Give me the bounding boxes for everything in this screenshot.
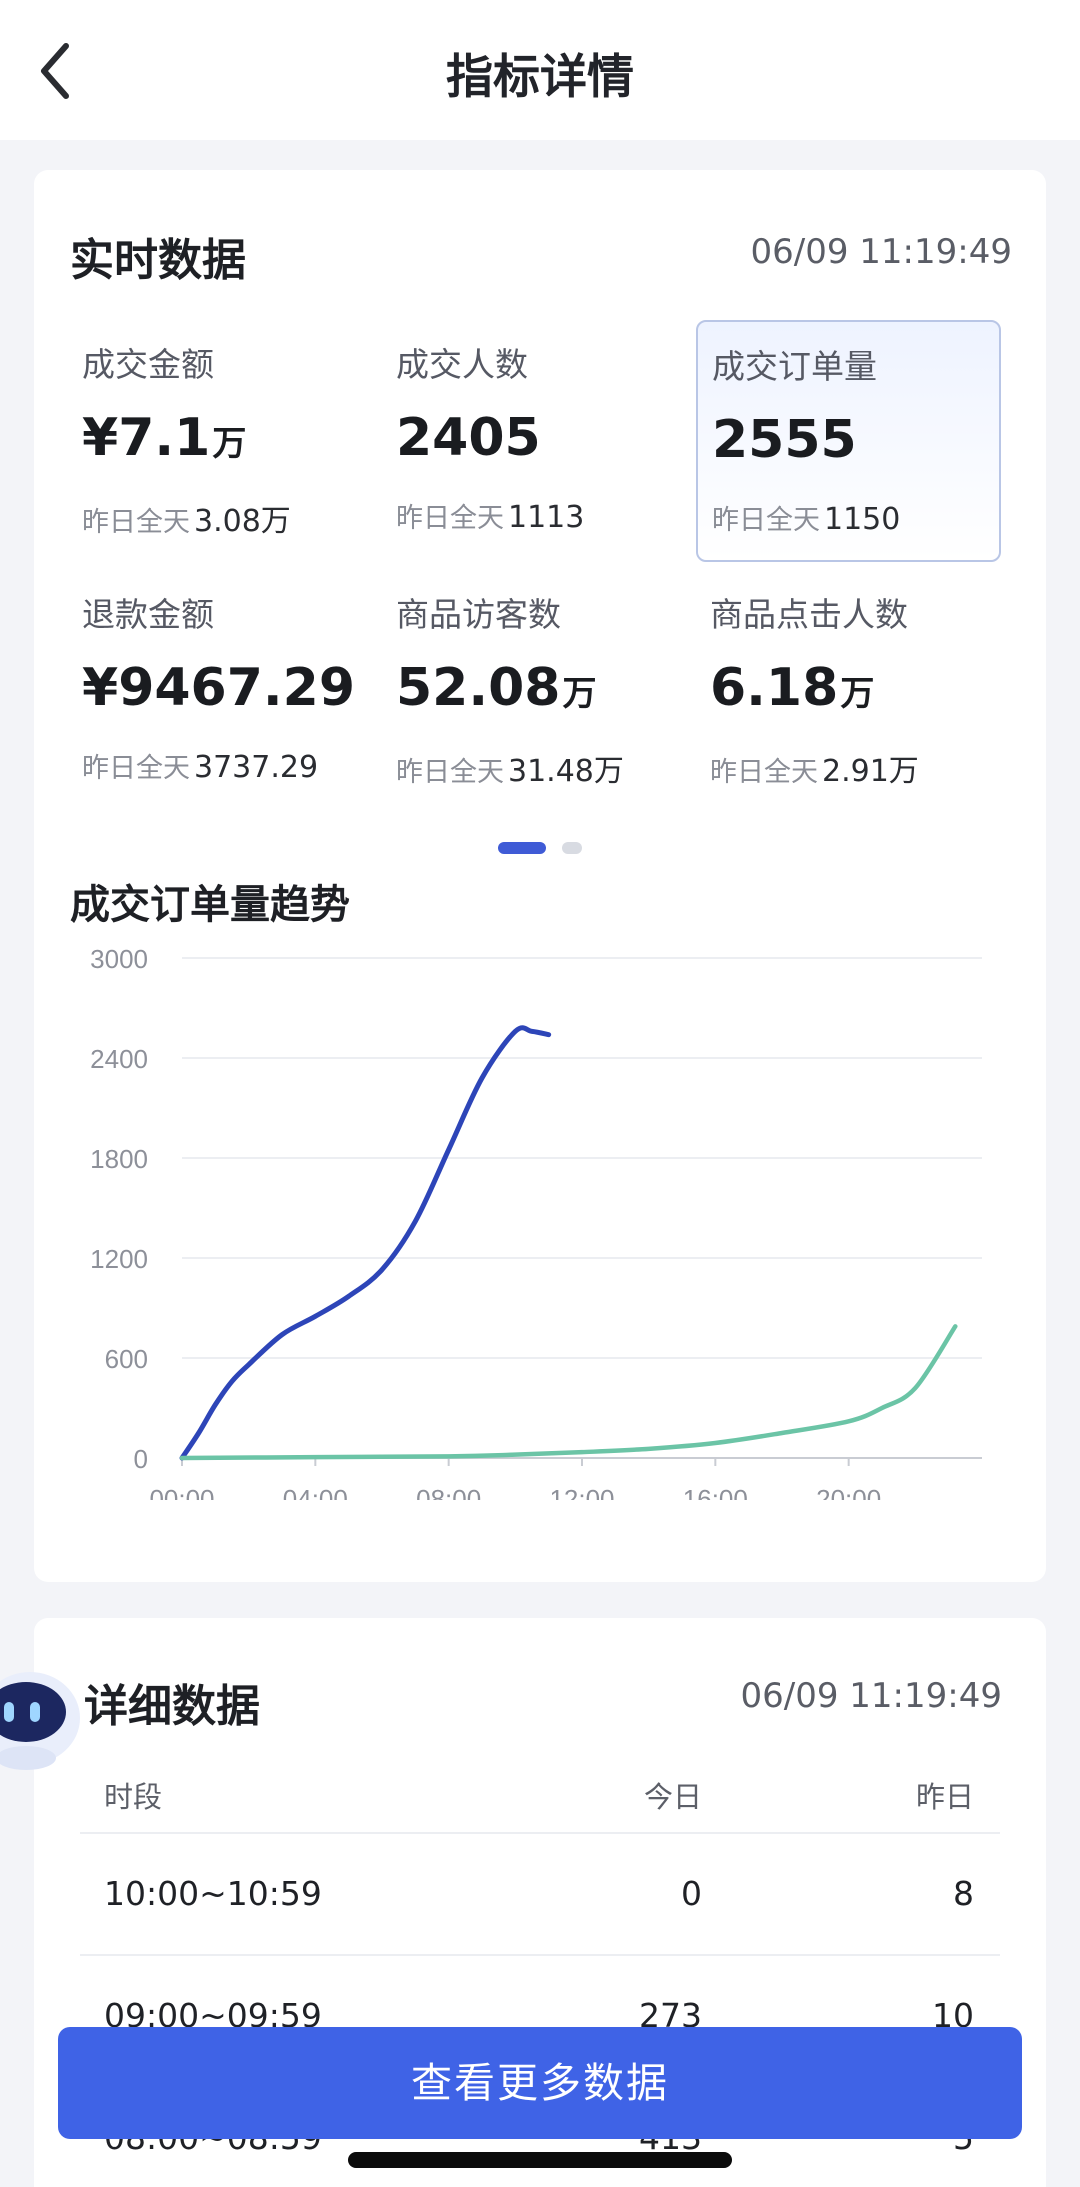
metric-value: ¥7.1万 [82,408,247,468]
table-divider [80,1832,1000,1834]
metric-label: 商品访客数 [396,595,561,634]
view-more-data-button[interactable]: 查看更多数据 [58,2027,1022,2139]
metric-orders[interactable]: 成交订单量 2555 昨日全天 1150 [696,320,1001,562]
metric-refund[interactable]: 退款金额 ¥9467.29 昨日全天 3737.29 [68,570,373,812]
chart-title: 成交订单量趋势 [70,882,350,928]
metric-buyers[interactable]: 成交人数 2405 昨日全天 1113 [382,320,687,562]
y-tick-label: 1200 [90,1244,148,1274]
metric-value: 2555 [712,410,857,470]
series-line-1 [179,1025,552,1461]
metric-label: 退款金额 [82,595,214,634]
metric-yesterday: 昨日全天 3.08万 [82,504,291,539]
pager-dot-inactive[interactable] [562,842,582,854]
metric-value: 52.08万 [396,658,597,718]
detail-timestamp: 06/09 11:19:49 [740,1676,1003,1716]
x-tick-label: 16:00 [683,1484,748,1500]
x-tick-label: 12:00 [549,1484,614,1500]
metric-label: 成交订单量 [712,347,877,386]
metric-visitors[interactable]: 商品访客数 52.08万 昨日全天 31.48万 [382,570,687,812]
realtime-card: 实时数据 06/09 11:19:49 成交金额 ¥7.1万 昨日全天 3.08万… [34,170,1046,1582]
metric-gmv[interactable]: 成交金额 ¥7.1万 昨日全天 3.08万 [68,320,373,562]
assistant-robot-icon[interactable] [0,1650,90,1780]
page-title: 指标详情 [446,50,634,105]
realtime-timestamp: 06/09 11:19:49 [750,232,1013,272]
metric-clicks[interactable]: 商品点击人数 6.18万 昨日全天 2.91万 [696,570,1001,812]
x-tick-label: 20:00 [816,1484,881,1500]
cell-period: 10:00~10:59 [104,1874,322,1913]
home-indicator [348,2152,732,2168]
cell-yesterday: 8 [953,1874,974,1913]
order-trend-chart: 0 600 1200 1800 2400 3000 00:00 04:00 08:00 12:00… [90,944,982,1500]
realtime-title: 实时数据 [70,235,246,286]
metric-label: 成交金额 [82,345,214,384]
y-tick-label: 3000 [90,944,148,974]
y-tick-label: 2400 [90,1044,148,1074]
x-tick-label: 04:00 [283,1484,348,1500]
metric-value: 6.18万 [710,658,875,718]
y-tick-label: 600 [105,1344,148,1374]
metric-value: ¥9467.29 [82,658,356,718]
metric-value: 2405 [396,408,541,468]
nav-bar: 指标详情 [0,0,1080,140]
metric-yesterday: 昨日全天 1150 [712,502,901,537]
metric-label: 商品点击人数 [710,595,908,634]
metric-yesterday: 昨日全天 31.48万 [396,754,624,789]
detail-title: 详细数据 [84,1681,260,1732]
table-divider [80,1954,1000,1956]
y-tick-label: 0 [134,1444,148,1474]
metric-yesterday: 昨日全天 3737.29 [82,750,319,785]
column-header-period: 时段 [104,1780,163,1814]
x-tick-label: 00:00 [149,1484,214,1500]
column-header-yesterday: 昨日 [915,1780,974,1814]
cell-today: 0 [681,1874,702,1913]
column-header-today: 今日 [643,1780,702,1814]
metric-yesterday: 昨日全天 2.91万 [710,754,919,789]
metric-label: 成交人数 [396,345,528,384]
series-line-2 [179,1324,958,1461]
x-tick-label: 08:00 [416,1484,481,1500]
metric-yesterday: 昨日全天 1113 [396,500,585,535]
y-tick-label: 1800 [90,1144,148,1174]
pager-dots [34,842,1046,854]
pager-dot-active[interactable] [498,842,546,854]
